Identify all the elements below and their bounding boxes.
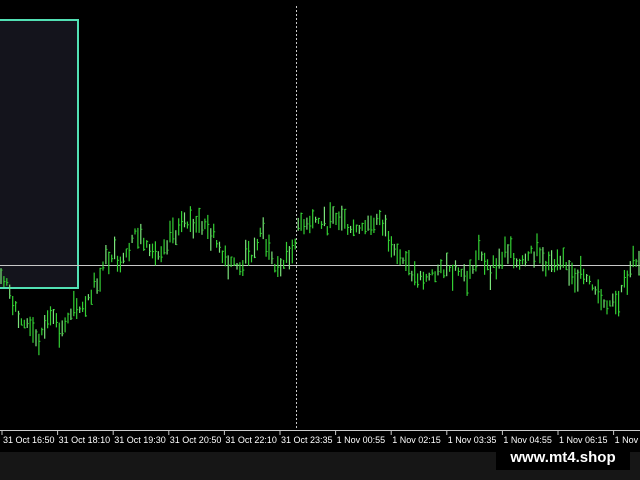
x-tick-label: 1 Nov 03:35 [448,435,497,445]
x-tick-label: 1 Nov 0 [615,435,640,445]
x-tick-label: 31 Oct 23:35 [281,435,333,445]
price-chart[interactable]: 31 Oct 16:50 31 Oct 18:10 31 Oct 19:30 31 O… [0,0,640,452]
info-box[interactable] [0,19,79,289]
x-tick-label: 31 Oct 18:10 [59,435,111,445]
watermark-logo: www.mt4.shop [496,446,630,470]
chart-background [0,0,640,452]
x-tick-label: 31 Oct 22:10 [225,435,277,445]
x-tick-label: 31 Oct 20:50 [170,435,222,445]
x-tick-label: 31 Oct 16:50 [3,435,55,445]
x-tick-label: 1 Nov 06:15 [559,435,608,445]
x-tick-label: 1 Nov 04:55 [503,435,552,445]
x-tick-label: 1 Nov 02:15 [392,435,441,445]
x-tick-label: 31 Oct 19:30 [114,435,166,445]
x-tick-label: 1 Nov 00:55 [337,435,386,445]
